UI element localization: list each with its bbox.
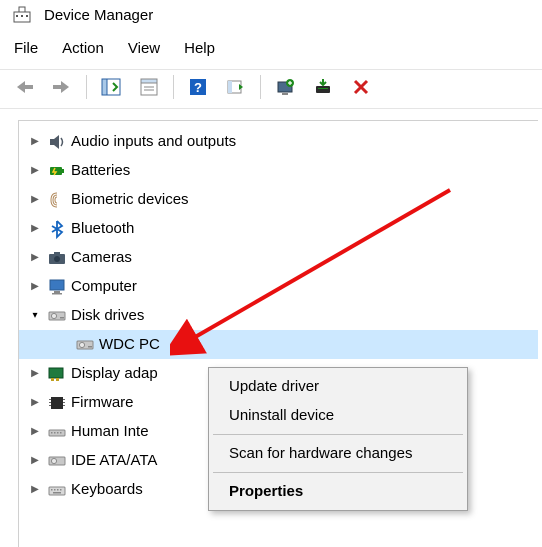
battery-icon bbox=[43, 161, 71, 181]
ctx-scan-hardware[interactable]: Scan for hardware changes bbox=[211, 439, 465, 468]
menu-view[interactable]: View bbox=[128, 40, 160, 57]
scan-hardware-button[interactable] bbox=[218, 72, 254, 102]
tree-label: Computer bbox=[71, 278, 137, 295]
display-adapter-icon bbox=[43, 364, 71, 384]
toolbar-separator bbox=[86, 75, 87, 99]
keyboard-icon bbox=[43, 480, 71, 500]
chevron-down-icon[interactable]: ▾ bbox=[27, 310, 43, 321]
hid-icon bbox=[43, 422, 71, 442]
ide-icon bbox=[43, 451, 71, 471]
toolbar-separator bbox=[173, 75, 174, 99]
help-button[interactable]: ? bbox=[180, 72, 216, 102]
tree-item-computer[interactable]: ▶ Computer bbox=[19, 272, 538, 301]
back-button[interactable] bbox=[6, 72, 42, 102]
ctx-separator bbox=[213, 434, 463, 435]
tree-label: Biometric devices bbox=[71, 191, 189, 208]
toolbar: ? bbox=[0, 69, 542, 109]
tree-label: IDE ATA/ATA bbox=[71, 452, 157, 469]
chevron-right-icon[interactable]: ▶ bbox=[27, 281, 43, 292]
menu-action[interactable]: Action bbox=[62, 40, 104, 57]
update-driver-button[interactable] bbox=[267, 72, 303, 102]
chevron-right-icon[interactable]: ▶ bbox=[27, 223, 43, 234]
tree-label: Bluetooth bbox=[71, 220, 134, 237]
ctx-separator bbox=[213, 472, 463, 473]
forward-button[interactable] bbox=[44, 72, 80, 102]
bluetooth-icon bbox=[43, 219, 71, 239]
tree-label: Human Inte bbox=[71, 423, 149, 440]
ctx-uninstall-device[interactable]: Uninstall device bbox=[211, 401, 465, 430]
svg-text:?: ? bbox=[194, 80, 202, 95]
tree-item-disk-child[interactable]: WDC PC bbox=[19, 330, 538, 359]
tree-label: Disk drives bbox=[71, 307, 144, 324]
ctx-update-driver[interactable]: Update driver bbox=[211, 372, 465, 401]
tree-item-batteries[interactable]: ▶ Batteries bbox=[19, 156, 538, 185]
tree-item-biometric[interactable]: ▶ Biometric devices bbox=[19, 185, 538, 214]
chevron-right-icon[interactable]: ▶ bbox=[27, 136, 43, 147]
computer-icon bbox=[43, 277, 71, 297]
firmware-icon bbox=[43, 393, 71, 413]
tree-label: Audio inputs and outputs bbox=[71, 133, 236, 150]
tree-item-audio[interactable]: ▶ Audio inputs and outputs bbox=[19, 127, 538, 156]
chevron-right-icon[interactable]: ▶ bbox=[27, 455, 43, 466]
chevron-right-icon[interactable]: ▶ bbox=[27, 194, 43, 205]
tree-label: WDC PC bbox=[99, 336, 160, 353]
tree-item-disk-drives[interactable]: ▾ Disk drives bbox=[19, 301, 538, 330]
tree-item-bluetooth[interactable]: ▶ Bluetooth bbox=[19, 214, 538, 243]
properties-button[interactable] bbox=[131, 72, 167, 102]
app-icon bbox=[8, 6, 36, 24]
menu-file[interactable]: File bbox=[14, 40, 38, 57]
chevron-right-icon[interactable]: ▶ bbox=[27, 397, 43, 408]
fingerprint-icon bbox=[43, 190, 71, 210]
tree-label: Display adap bbox=[71, 365, 158, 382]
chevron-right-icon[interactable]: ▶ bbox=[27, 368, 43, 379]
chevron-right-icon[interactable]: ▶ bbox=[27, 252, 43, 263]
show-hide-tree-button[interactable] bbox=[93, 72, 129, 102]
tree-label: Keyboards bbox=[71, 481, 143, 498]
tree-label: Cameras bbox=[71, 249, 132, 266]
ctx-properties[interactable]: Properties bbox=[211, 477, 465, 506]
camera-icon bbox=[43, 248, 71, 268]
window-title: Device Manager bbox=[44, 7, 153, 24]
chevron-right-icon[interactable]: ▶ bbox=[27, 165, 43, 176]
toolbar-separator bbox=[260, 75, 261, 99]
titlebar: Device Manager bbox=[0, 0, 542, 30]
chevron-right-icon[interactable]: ▶ bbox=[27, 426, 43, 437]
tree-label: Batteries bbox=[71, 162, 130, 179]
context-menu: Update driver Uninstall device Scan for … bbox=[208, 367, 468, 511]
menubar: File Action View Help bbox=[0, 30, 542, 69]
speaker-icon bbox=[43, 132, 71, 152]
disk-drive-icon bbox=[71, 335, 99, 355]
uninstall-device-button[interactable] bbox=[305, 72, 341, 102]
tree-item-cameras[interactable]: ▶ Cameras bbox=[19, 243, 538, 272]
disk-drive-icon bbox=[43, 306, 71, 326]
menu-help[interactable]: Help bbox=[184, 40, 215, 57]
chevron-right-icon[interactable]: ▶ bbox=[27, 484, 43, 495]
tree-label: Firmware bbox=[71, 394, 134, 411]
disable-device-button[interactable] bbox=[343, 72, 379, 102]
